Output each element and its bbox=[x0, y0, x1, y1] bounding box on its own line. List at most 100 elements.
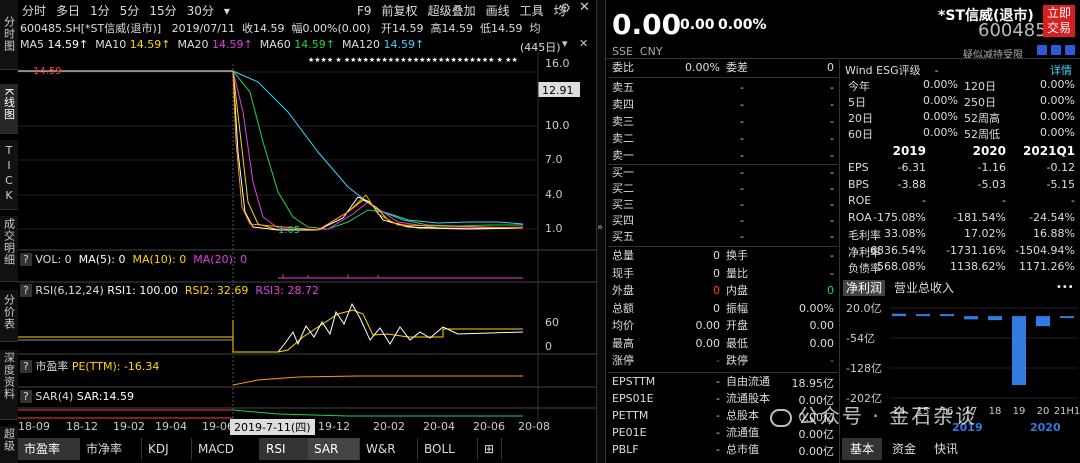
ni-axis-label: -54亿 bbox=[846, 332, 875, 345]
collapse-arrow-icon[interactable]: » bbox=[597, 222, 603, 233]
panel-dropdown-icon[interactable]: ▾ bbox=[562, 37, 568, 50]
help-icon[interactable]: ? bbox=[20, 284, 32, 297]
stat-value: - bbox=[830, 266, 834, 280]
ask-price: - bbox=[740, 98, 744, 111]
overlay-button[interactable]: 超级叠加 bbox=[428, 4, 476, 18]
bid-level-label: 买二 bbox=[612, 182, 634, 195]
rtab-basic[interactable]: 基本 bbox=[842, 438, 882, 460]
x-tick: 18-12 bbox=[66, 420, 98, 433]
help-icon[interactable]: ? bbox=[20, 390, 32, 403]
rsi-axis-60: 60 bbox=[545, 316, 559, 329]
adjust-button[interactable]: 前复权 bbox=[382, 4, 418, 18]
perf-label: 20日 bbox=[848, 112, 873, 125]
tab-boll[interactable]: BOLL bbox=[418, 438, 478, 460]
period-dropdown-icon[interactable]: ▾ bbox=[224, 4, 230, 18]
sar-panel-label: ? SAR(4) SAR:14.59 bbox=[20, 390, 134, 403]
sidebar-tab-kline[interactable]: K线图 bbox=[0, 84, 18, 134]
bar-change: 幅0.00%(0.00) bbox=[291, 22, 371, 35]
close-icon[interactable]: ✕ bbox=[579, 0, 590, 15]
fund-label: PE01E bbox=[612, 426, 647, 439]
rtab-news[interactable]: 快讯 bbox=[926, 438, 966, 460]
period-fenshi[interactable]: 分时 bbox=[22, 4, 46, 18]
tab-macd[interactable]: MACD bbox=[192, 438, 260, 460]
close-icon[interactable]: ✕ bbox=[579, 37, 588, 50]
ni-x-label: 18 bbox=[989, 406, 1002, 417]
ask-level-label: 卖四 bbox=[612, 98, 634, 111]
wb-label: 委比 bbox=[612, 61, 634, 74]
fund-label: 总市值 bbox=[726, 443, 759, 456]
period-1m[interactable]: 1分 bbox=[90, 4, 110, 18]
period-30m[interactable]: 30分 bbox=[187, 4, 214, 18]
x-tick: 20-08 bbox=[518, 420, 550, 433]
ni-bar[interactable] bbox=[988, 316, 1002, 321]
ma120-value: 14.59↑ bbox=[383, 38, 425, 51]
fund-value: 0.00亿 bbox=[798, 445, 835, 458]
period-5m[interactable]: 5分 bbox=[120, 4, 140, 18]
draw-button[interactable]: 画线 bbox=[486, 4, 510, 18]
fund-label: PBLF bbox=[612, 443, 639, 456]
perf-label: 52周低 bbox=[964, 128, 1000, 141]
tools-button[interactable]: 工具 bbox=[520, 4, 544, 18]
ni-bar[interactable] bbox=[916, 314, 930, 317]
add-tab-icon[interactable]: ⊞ bbox=[478, 438, 502, 460]
pin-icon[interactable] bbox=[1065, 45, 1075, 55]
ni-tab-netprofit[interactable]: 净利润 bbox=[843, 280, 886, 296]
more-icon[interactable]: ••• bbox=[1056, 280, 1074, 296]
stat-value: 0.00 bbox=[695, 319, 721, 332]
help-icon[interactable]: ? bbox=[20, 253, 32, 266]
rtab-fund[interactable]: 资金 bbox=[884, 438, 924, 460]
tab-sar[interactable]: SAR bbox=[308, 438, 360, 460]
f9-button[interactable]: F9 bbox=[357, 4, 372, 18]
bid-price: - bbox=[740, 182, 744, 195]
fin-value: -0.12 bbox=[1046, 161, 1075, 174]
price-change-pct: 0.00% bbox=[718, 17, 767, 33]
stat-value: - bbox=[830, 249, 834, 262]
help-icon[interactable]: ? bbox=[20, 360, 32, 373]
fin-value: -1504.94% bbox=[1015, 243, 1075, 257]
ask-price: - bbox=[740, 115, 744, 128]
stat-label: 换手 bbox=[726, 249, 748, 262]
tab-wr[interactable]: W&R bbox=[360, 438, 418, 460]
stat-label: 量比 bbox=[726, 266, 748, 280]
ni-bar[interactable] bbox=[940, 314, 954, 317]
bid-level-label: 买三 bbox=[612, 198, 634, 211]
ni-tab-revenue[interactable]: 营业总收入 bbox=[894, 280, 954, 296]
sidebar-tab-tick[interactable]: TICK bbox=[0, 140, 18, 210]
period-multiday[interactable]: 多日 bbox=[56, 4, 80, 18]
cursor-price-label: 12.91 bbox=[542, 84, 574, 97]
share-icon[interactable] bbox=[1051, 45, 1061, 55]
gear-icon[interactable]: ⚙ bbox=[560, 1, 571, 15]
tab-kdj[interactable]: KDJ bbox=[142, 438, 192, 460]
edit-icon[interactable] bbox=[1037, 45, 1047, 55]
kline-chart[interactable]: ★★★★ ★ ★★★★★★★★★★★★★★★★★★★★★★★★ ★ ★★ 14.… bbox=[18, 52, 600, 438]
x-tick: 20-04 bbox=[423, 420, 455, 433]
ni-bar[interactable] bbox=[964, 316, 978, 320]
ma10-value: 14.59↑ bbox=[129, 38, 171, 51]
period-15m[interactable]: 15分 bbox=[149, 4, 176, 18]
ask-level-label: 卖五 bbox=[612, 81, 634, 94]
rsi3-value: RSI3: 28.72 bbox=[255, 284, 319, 297]
sidebar-tab-super[interactable]: 超级 bbox=[0, 426, 18, 463]
ni-bar[interactable] bbox=[1060, 316, 1074, 319]
esg-detail-link[interactable]: 详情 bbox=[1050, 62, 1072, 78]
rsi1-value: RSI1: 100.00 bbox=[107, 284, 178, 297]
ask-volume: - bbox=[830, 81, 834, 94]
pe-value: PE(TTM): -16.34 bbox=[71, 360, 160, 373]
sidebar-tab-deep[interactable]: 深度资料 bbox=[0, 350, 18, 420]
ni-bar[interactable] bbox=[892, 313, 906, 317]
fin-value: -1.16 bbox=[977, 161, 1006, 174]
tab-pe[interactable]: 市盈率 bbox=[18, 438, 80, 460]
fin-year: 2021Q1 bbox=[1023, 144, 1075, 158]
ni-bar[interactable] bbox=[1036, 316, 1050, 327]
sidebar-tab-detail[interactable]: 成交明细 bbox=[0, 216, 18, 282]
stat-value: 0.00% bbox=[799, 301, 834, 315]
stat-label: 总额 bbox=[612, 301, 634, 315]
sidebar-tab-fenshi[interactable]: 分时图 bbox=[0, 0, 18, 70]
bid-price: - bbox=[740, 166, 744, 179]
tab-pb[interactable]: 市净率 bbox=[80, 438, 142, 460]
sidebar-tab-price[interactable]: 分价表 bbox=[0, 290, 18, 342]
tab-rsi[interactable]: RSI bbox=[260, 438, 308, 460]
perf-label: 250日 bbox=[964, 96, 996, 109]
ni-bar[interactable] bbox=[1012, 316, 1026, 386]
trade-button[interactable]: 立即 交易 bbox=[1043, 5, 1075, 37]
